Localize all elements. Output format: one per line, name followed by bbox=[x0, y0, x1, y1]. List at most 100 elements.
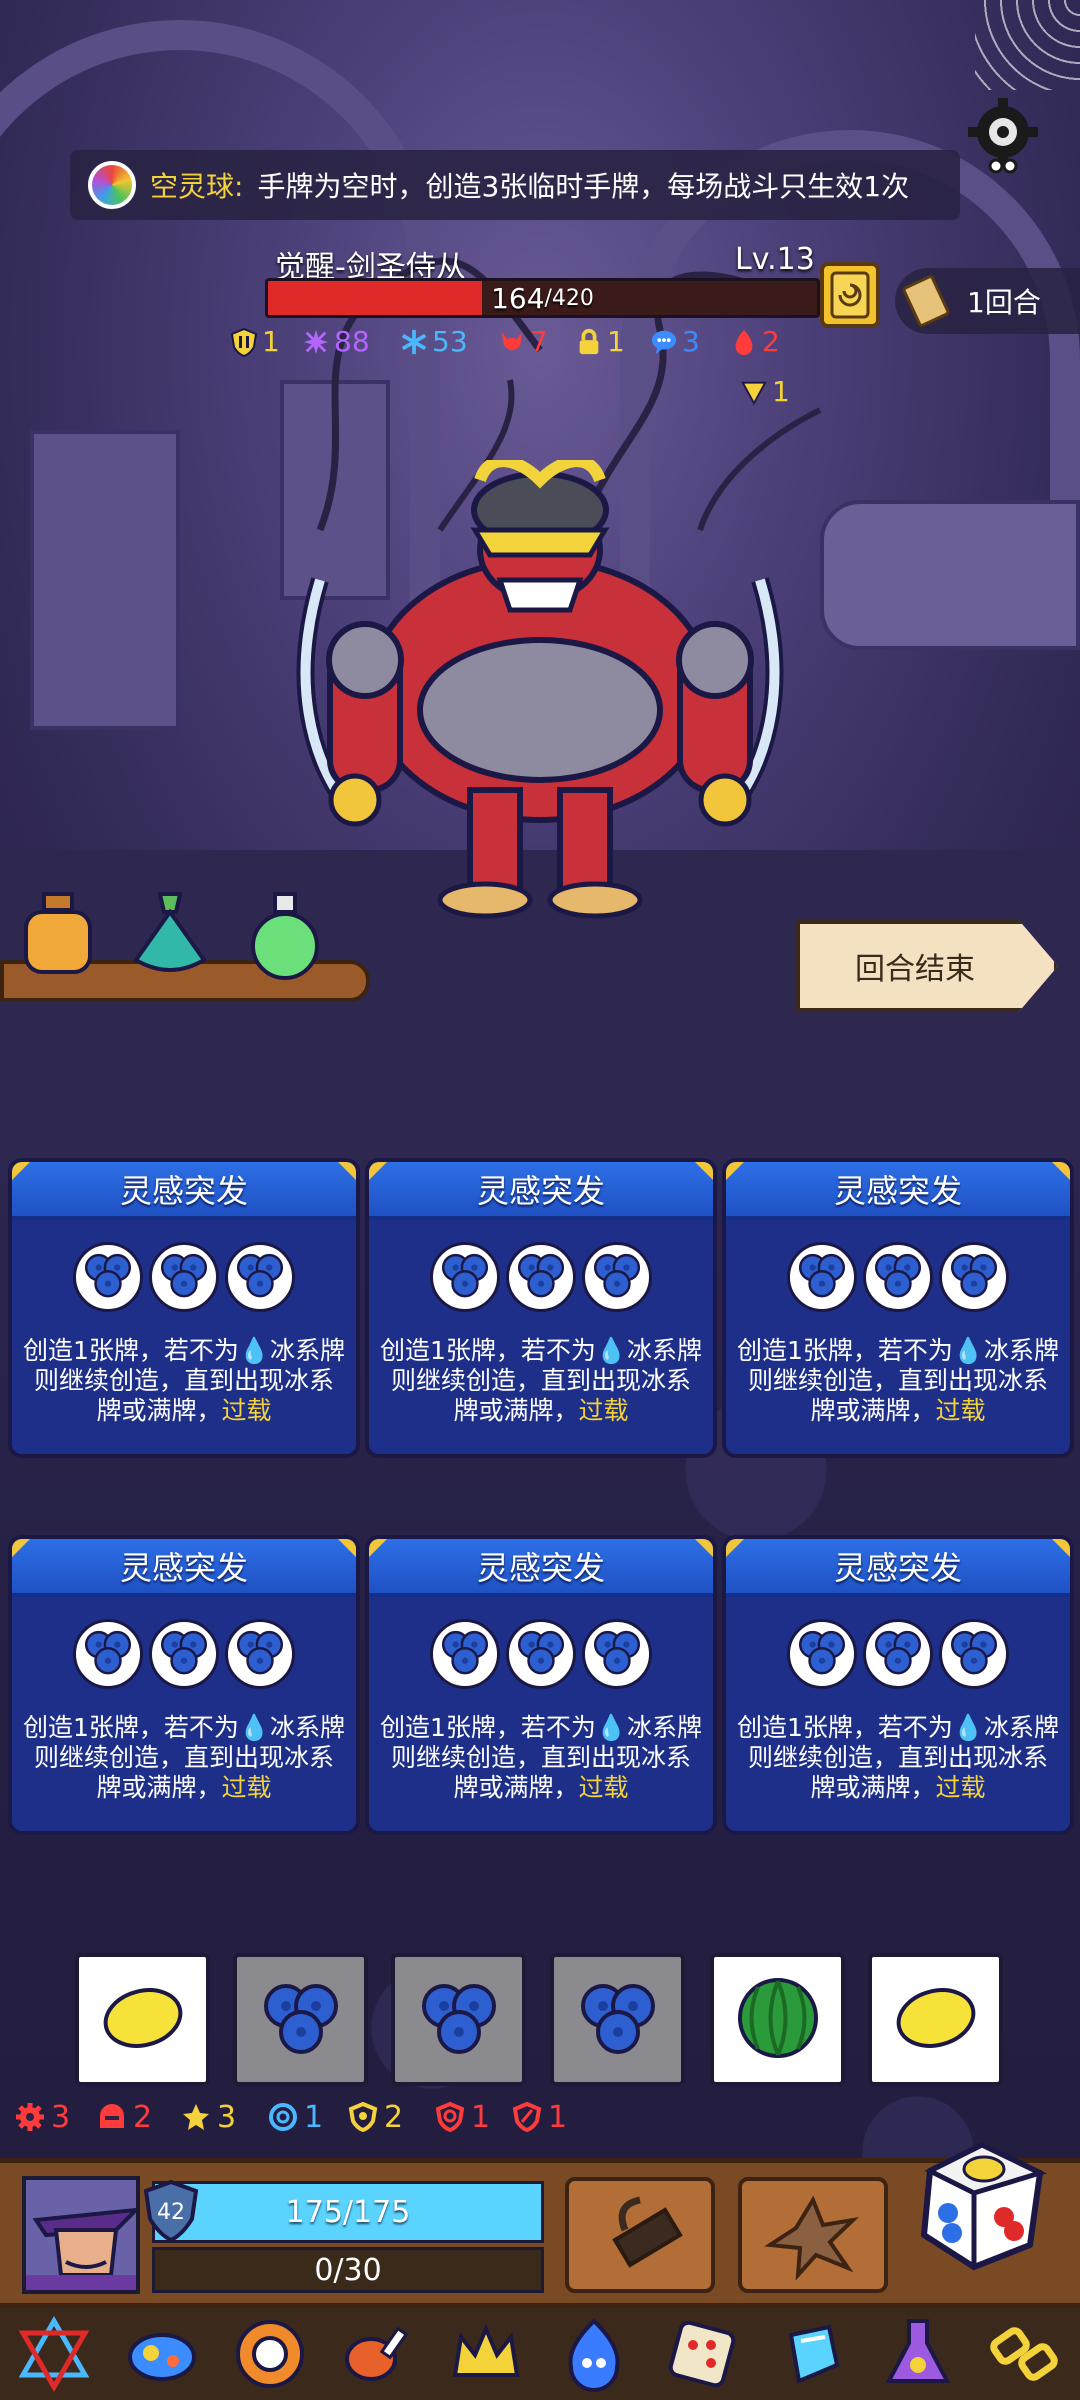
status-value: 3 bbox=[217, 2100, 237, 2135]
card-title: 灵感突发 bbox=[12, 1162, 356, 1220]
dice-slot[interactable] bbox=[75, 1953, 210, 2086]
skill-card[interactable]: 灵感突发 创造1张牌，若不为💧冰系牌则继续创造，直到出现冰系牌或满牌，过载 bbox=[365, 1158, 717, 1458]
dice-cube-icon[interactable] bbox=[663, 2315, 741, 2393]
card-description: 创造1张牌，若不为💧冰系牌则继续创造，直到出现冰系牌或满牌，过载 bbox=[736, 1336, 1060, 1425]
enemy-status-purple-spark[interactable]: 88 bbox=[302, 325, 370, 358]
dice-slot[interactable] bbox=[550, 1953, 685, 2086]
status-value: 2 bbox=[384, 2100, 404, 2135]
dice-slot[interactable] bbox=[710, 1953, 845, 2086]
enemy-hp-value: 164 bbox=[491, 281, 545, 315]
blue-gem-icon[interactable] bbox=[123, 2315, 201, 2393]
blueberry-icon bbox=[414, 1978, 504, 2062]
dice-slot[interactable] bbox=[868, 1953, 1003, 2086]
swirl-icon bbox=[268, 2102, 300, 2134]
dice-slot[interactable] bbox=[391, 1953, 526, 2086]
card-cost-slots bbox=[726, 1242, 1070, 1312]
relic-description: 手牌为空时，创造3张临时手牌，每场战斗只生效1次 bbox=[257, 170, 910, 203]
snowflake-icon bbox=[400, 327, 428, 357]
status-value: 1 bbox=[262, 325, 280, 358]
blueberry-cost-slot bbox=[225, 1242, 295, 1312]
blueberry-icon bbox=[437, 1627, 493, 1681]
ice-drop-icon: 💧 bbox=[952, 1336, 985, 1365]
player-status-shield-yellow[interactable]: 2 bbox=[348, 2100, 403, 2135]
skill-card[interactable]: 灵感突发 创造1张牌，若不为💧冰系牌则继续创造，直到出现冰系牌或满牌，过载 bbox=[722, 1535, 1074, 1835]
settings-gear-icon[interactable] bbox=[958, 92, 1048, 182]
enemy-status-snowflake[interactable]: 53 bbox=[400, 325, 468, 358]
roll-dice-button[interactable] bbox=[912, 2135, 1052, 2275]
blue-flame-icon[interactable] bbox=[555, 2315, 633, 2393]
skill-card[interactable]: 灵感突发创造1张牌，若不为💧冰系牌则继续创造，直到出现冰系牌或满牌，过载 bbox=[722, 1158, 1074, 1458]
player-status-swirl[interactable]: 1 bbox=[268, 2100, 323, 2135]
explosion-skill-button[interactable] bbox=[738, 2177, 888, 2293]
card-keyword[interactable]: 过载 bbox=[936, 1396, 986, 1425]
potion-shelf bbox=[0, 892, 370, 1010]
blueberry-cost-slot bbox=[787, 1619, 857, 1689]
card-keyword[interactable]: 过载 bbox=[579, 1773, 629, 1802]
blueberry-cost-slot bbox=[225, 1619, 295, 1689]
enemy-samurai-sprite[interactable] bbox=[270, 460, 810, 930]
crown-icon[interactable] bbox=[447, 2315, 525, 2393]
round-label: 1回合 bbox=[967, 286, 1041, 319]
player-status-gear-red[interactable]: 3 bbox=[15, 2100, 70, 2135]
lock-icon bbox=[575, 327, 603, 357]
blueberry-icon bbox=[794, 1627, 850, 1681]
player-status-shield-spiral[interactable]: 1 bbox=[435, 2100, 490, 2135]
card-title: 灵感突发 bbox=[726, 1539, 1070, 1597]
player-status-shield-sword[interactable]: 1 bbox=[512, 2100, 567, 2135]
green-potion-icon[interactable] bbox=[245, 890, 325, 980]
chain-icon[interactable] bbox=[987, 2315, 1065, 2393]
enemy-status-lock[interactable]: 1 bbox=[575, 325, 625, 358]
demon-icon bbox=[498, 327, 526, 357]
armor-value: 42 bbox=[157, 2200, 185, 2225]
status-value: 1 bbox=[607, 325, 625, 358]
player-status-star[interactable]: 3 bbox=[181, 2100, 236, 2135]
orange-ring-icon[interactable] bbox=[231, 2315, 309, 2393]
gear-red-icon bbox=[15, 2102, 47, 2134]
blueberry-icon bbox=[80, 1250, 136, 1304]
blueberry-icon bbox=[256, 1978, 346, 2062]
orange-potion-icon[interactable] bbox=[18, 890, 98, 980]
card-description: 创造1张牌，若不为💧冰系牌则继续创造，直到出现冰系牌或满牌，过载 bbox=[379, 1713, 703, 1802]
card-keyword[interactable]: 过载 bbox=[936, 1773, 986, 1802]
potion-flask-icon[interactable] bbox=[879, 2315, 957, 2393]
status-value: 88 bbox=[334, 325, 370, 358]
skill-card[interactable]: 灵感突发 创造1张牌，若不为💧冰系牌则继续创造，直到出现冰系牌或满牌，过载 bbox=[8, 1535, 360, 1835]
blueberry-icon bbox=[232, 1250, 288, 1304]
player-xp-bar: 0/30 bbox=[152, 2247, 544, 2293]
ice-crystal-icon[interactable] bbox=[771, 2315, 849, 2393]
player-portrait-avatar[interactable] bbox=[22, 2176, 140, 2294]
card-cost-slots bbox=[369, 1619, 713, 1689]
status-value: 7 bbox=[530, 325, 548, 358]
card-keyword[interactable]: 过载 bbox=[222, 1773, 272, 1802]
explosion-icon bbox=[764, 2195, 860, 2280]
enemy-status-armor[interactable]: 1 bbox=[230, 325, 280, 358]
relic-tooltip-banner: 空灵球: 手牌为空时，创造3张临时手牌，每场战斗只生效1次 bbox=[70, 150, 960, 220]
enemy-status-triangle[interactable]: 1 bbox=[740, 375, 790, 408]
card-keyword[interactable]: 过载 bbox=[222, 1396, 272, 1425]
enemy-status-speech[interactable]: 3 bbox=[650, 325, 700, 358]
enemy-status-demon[interactable]: 7 bbox=[498, 325, 548, 358]
purple-spark-icon bbox=[302, 327, 330, 357]
card-keyword[interactable]: 过载 bbox=[579, 1396, 629, 1425]
card-cost-slots bbox=[12, 1242, 356, 1312]
blueberry-cost-slot bbox=[939, 1619, 1009, 1689]
skill-card[interactable]: 灵感突发 创造1张牌，若不为💧冰系牌则继续创造，直到出现冰系牌或满牌，过载 bbox=[365, 1535, 717, 1835]
card-description: 创造1张牌，若不为💧冰系牌则继续创造，直到出现冰系牌或满牌，过载 bbox=[379, 1336, 703, 1425]
shield-sword-icon bbox=[512, 2101, 544, 2134]
skill-card[interactable]: 灵感突发 创造1张牌，若不为💧冰系牌则继续创造，直到出现冰系牌或满牌，过载 bbox=[8, 1158, 360, 1458]
blueberry-cost-slot bbox=[939, 1242, 1009, 1312]
hexagram-icon[interactable] bbox=[15, 2315, 93, 2393]
end-turn-button[interactable]: 回合结束 bbox=[796, 920, 1058, 1012]
blueberry-cost-slot bbox=[863, 1242, 933, 1312]
enemy-intent-card[interactable] bbox=[820, 262, 880, 328]
player-status-helmet[interactable]: 2 bbox=[97, 2100, 152, 2135]
teal-potion-icon[interactable] bbox=[130, 890, 210, 980]
padlock-icon bbox=[612, 2196, 683, 2268]
enemy-status-flame[interactable]: 2 bbox=[730, 325, 780, 358]
meat-icon[interactable] bbox=[339, 2315, 417, 2393]
armor-icon bbox=[230, 327, 258, 357]
locked-skill-button[interactable] bbox=[565, 2177, 715, 2293]
card-title: 灵感突发 bbox=[726, 1162, 1070, 1220]
status-value: 2 bbox=[133, 2100, 153, 2135]
dice-slot[interactable] bbox=[233, 1953, 368, 2086]
